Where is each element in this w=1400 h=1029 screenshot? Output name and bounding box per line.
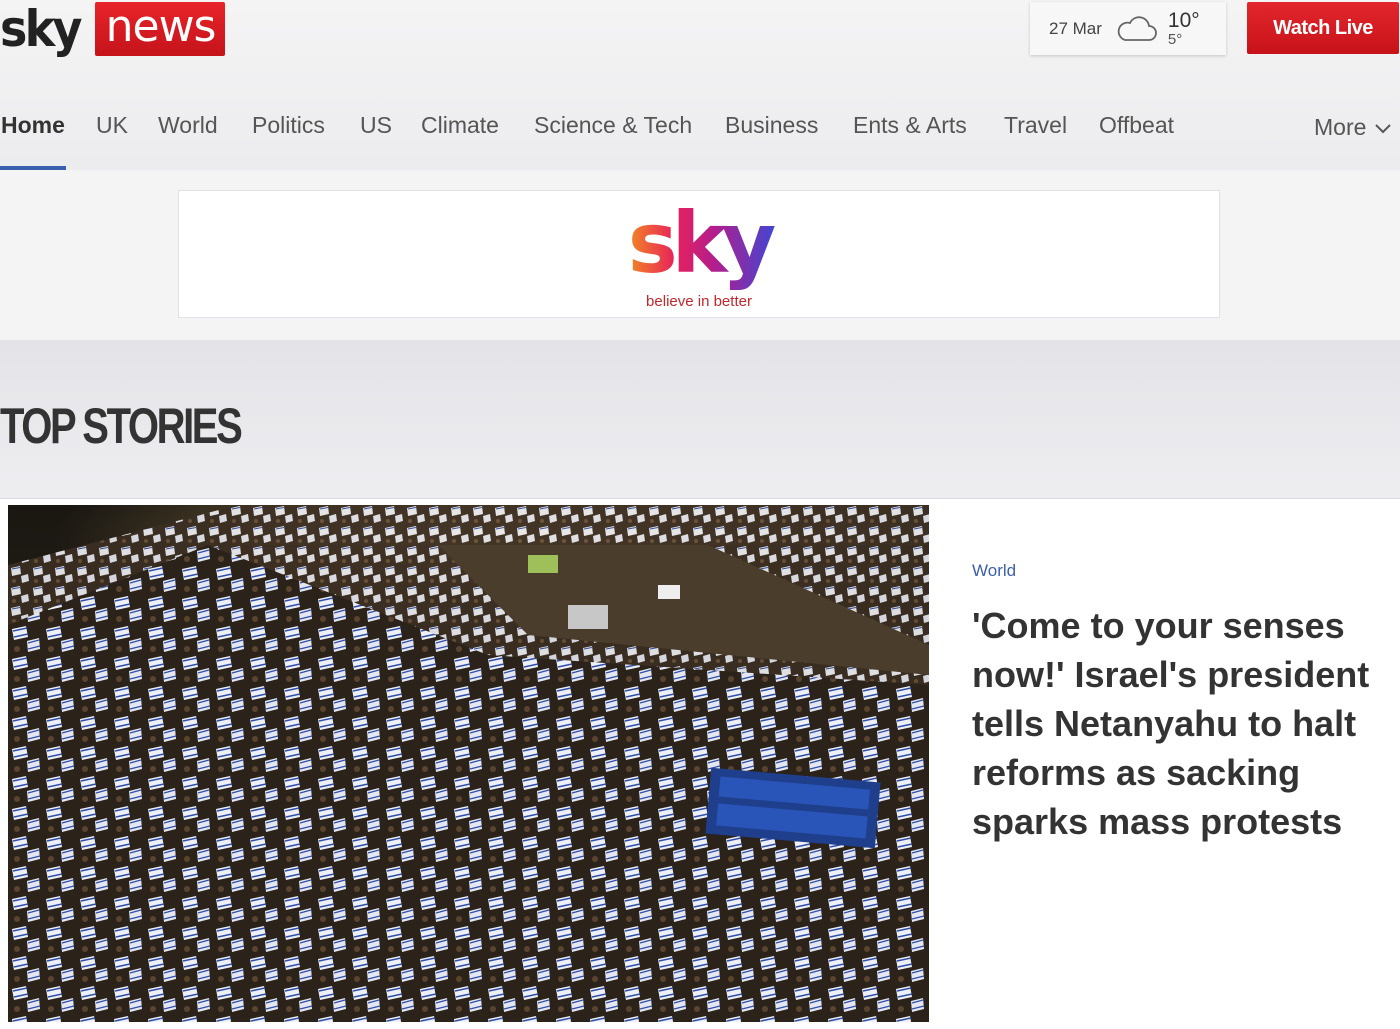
watch-live-button[interactable]: Watch Live bbox=[1247, 2, 1399, 54]
main-navigation: Home UK World Politics US Climate Scienc… bbox=[0, 104, 1400, 170]
nav-item-offbeat[interactable]: Offbeat bbox=[1099, 112, 1174, 139]
nav-item-world[interactable]: World bbox=[158, 112, 218, 139]
ad-tagline: believe in better bbox=[646, 293, 752, 310]
section-title: TOP STORIES bbox=[0, 398, 243, 454]
cloud-icon bbox=[1117, 15, 1157, 41]
chevron-down-icon bbox=[1375, 123, 1392, 133]
temperature-high: 10° bbox=[1167, 9, 1200, 32]
nav-item-business[interactable]: Business bbox=[725, 112, 818, 139]
nav-more-label: More bbox=[1314, 114, 1367, 140]
lead-story-image[interactable] bbox=[8, 505, 929, 1022]
lead-story-card[interactable]: World 'Come to your senses now!' Israel'… bbox=[0, 498, 1400, 1029]
nav-item-climate[interactable]: Climate bbox=[421, 112, 499, 139]
nav-more-menu[interactable]: More bbox=[1314, 114, 1392, 141]
story-headline-link[interactable]: 'Come to your senses now!' Israel's pres… bbox=[972, 601, 1372, 846]
advertisement-band: sky believe in better bbox=[0, 170, 1400, 340]
weather-temperatures: 10° 5° bbox=[1168, 10, 1200, 47]
nav-item-uk[interactable]: UK bbox=[96, 112, 128, 139]
sky-news-logo[interactable]: sky news bbox=[0, 0, 226, 58]
sky-ad-wordmark: sky bbox=[619, 195, 779, 291]
nav-item-us[interactable]: US bbox=[360, 112, 392, 139]
logo-news-badge: news bbox=[94, 2, 226, 56]
weather-date: 27 Mar bbox=[1049, 18, 1102, 38]
nav-item-science-tech[interactable]: Science & Tech bbox=[534, 112, 692, 139]
weather-widget[interactable]: 27 Mar 10° 5° bbox=[1030, 2, 1226, 55]
nav-item-ents-arts[interactable]: Ents & Arts bbox=[853, 112, 967, 139]
lead-story-text: World 'Come to your senses now!' Israel'… bbox=[972, 561, 1372, 846]
logo-sky-wordmark: sky bbox=[0, 0, 82, 58]
story-category-link[interactable]: World bbox=[972, 561, 1372, 581]
sky-ad-logo: sky bbox=[619, 195, 779, 291]
nav-item-travel[interactable]: Travel bbox=[1004, 112, 1067, 139]
nav-item-politics[interactable]: Politics bbox=[252, 112, 325, 139]
nav-item-home[interactable]: Home bbox=[1, 112, 65, 139]
protest-crowd-photo bbox=[8, 505, 929, 1022]
temperature-low: 5° bbox=[1167, 31, 1183, 48]
top-stories-section-header: TOP STORIES bbox=[0, 340, 1400, 500]
advertisement-banner[interactable]: sky believe in better bbox=[178, 190, 1220, 318]
site-header: sky news 27 Mar 10° 5° Watch Live Home U… bbox=[0, 0, 1400, 170]
